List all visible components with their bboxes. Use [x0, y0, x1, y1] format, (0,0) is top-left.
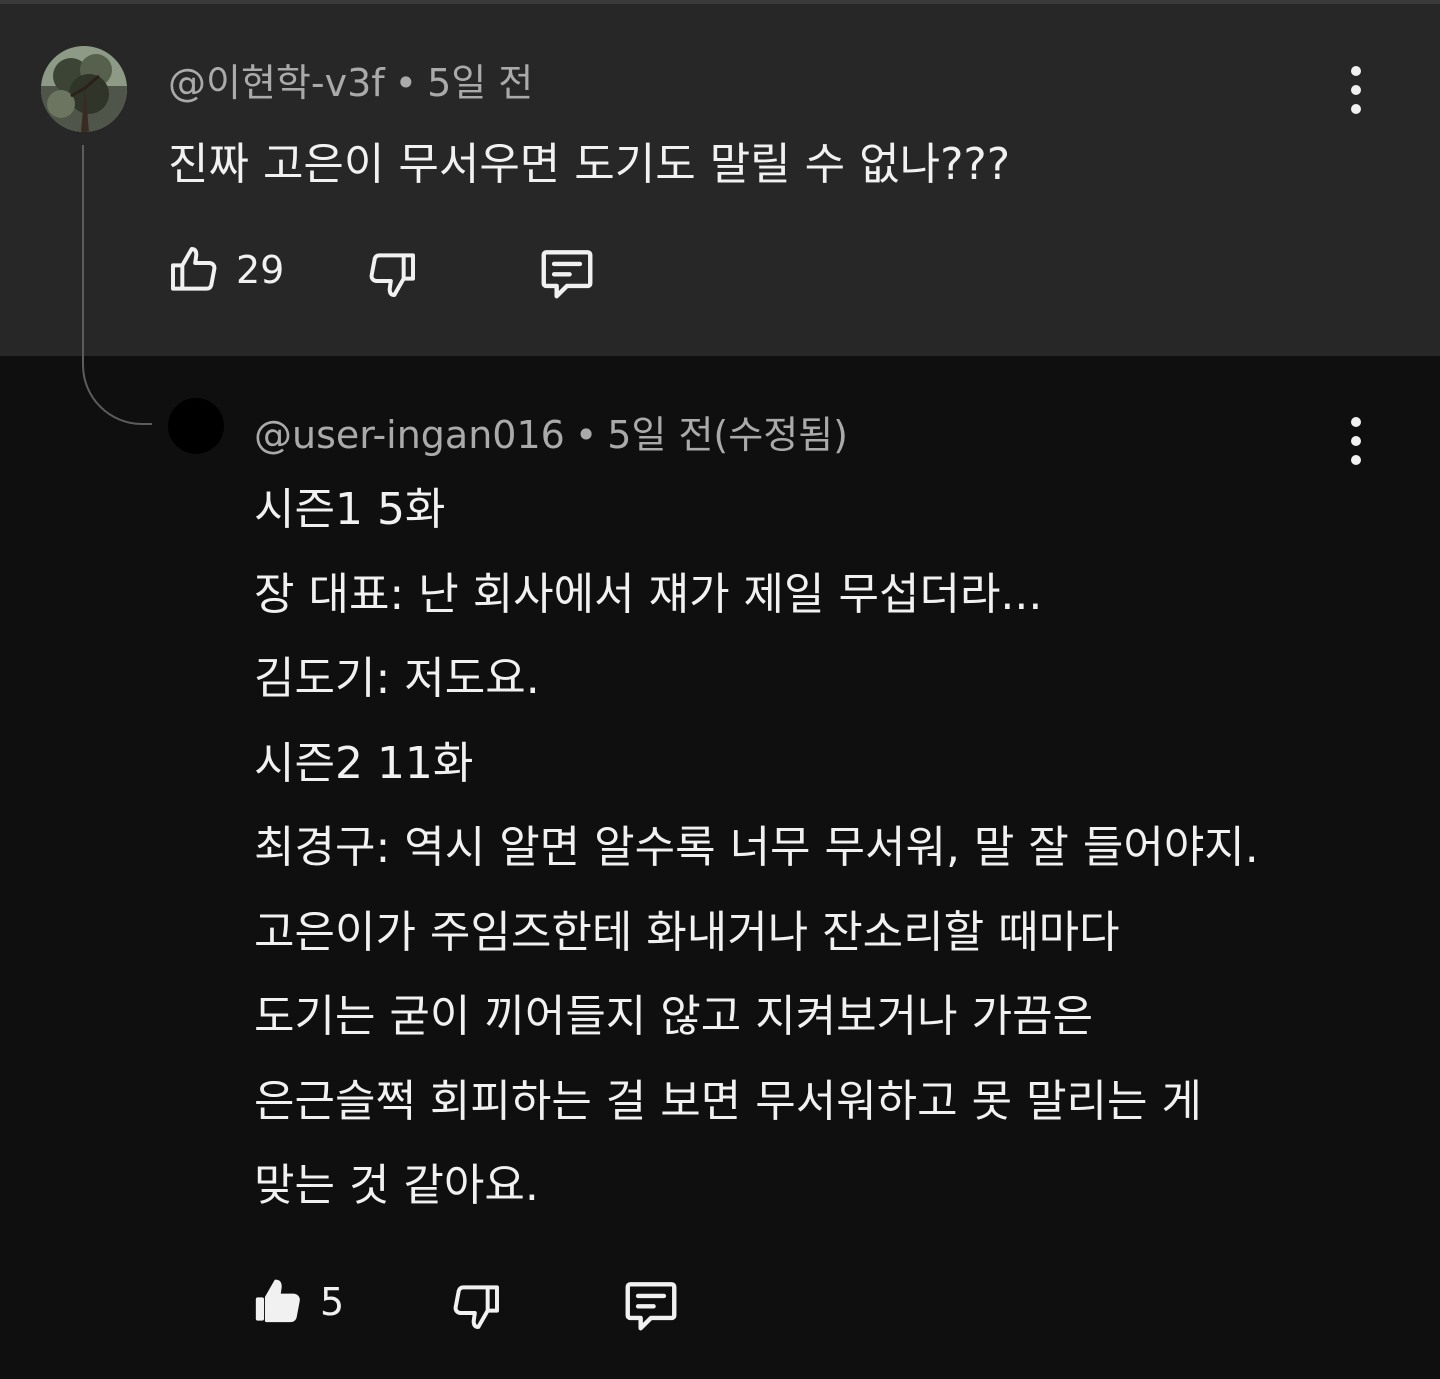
comment-line: 시즌1 5화 [254, 484, 446, 535]
thumbs-down-outline-icon [453, 1285, 499, 1329]
comment-line: 최경구: 역시 알면 알수록 너무 무서워, 말 잘 들어야지. [254, 822, 1259, 873]
thumbs-up-outline-icon [171, 247, 217, 291]
like-count: 5 [320, 1280, 345, 1324]
meta-separator: • [574, 413, 598, 457]
more-vert-icon[interactable] [1336, 60, 1376, 120]
reply-comment-text: 시즌1 5화 장 대표: 난 회사에서 쟤가 제일 무섭더라... 김도기: 저… [254, 480, 1394, 1241]
like-button[interactable]: 5 [250, 1274, 344, 1330]
dislike-button[interactable] [448, 1278, 504, 1334]
timestamp[interactable]: 5일 전(수정됨) [607, 413, 848, 457]
like-count: 29 [236, 248, 285, 292]
comment-line: 고은이가 주임즈한테 화내거나 잔소리할 때마다 [254, 906, 1120, 958]
meta-separator: • [394, 61, 418, 105]
avatar-tree-image [41, 46, 127, 132]
like-button[interactable]: 29 [166, 242, 284, 298]
parent-comment-meta: @이현학-v3f • 5일 전 [168, 52, 533, 107]
comment-line: 맞는 것 같아요. [254, 1160, 539, 1211]
reply-comment-meta: @user-ingan016 • 5일 전(수정됨) [254, 404, 848, 459]
thread-connector-line [82, 145, 152, 425]
comment-line: 김도기: 저도요. [254, 653, 540, 704]
parent-comment-text: 진짜 고은이 무서우면 도기도 말릴 수 없나??? [168, 139, 1011, 190]
comment-thread: @이현학-v3f • 5일 전 진짜 고은이 무서우면 도기도 말릴 수 없나???… [0, 0, 1440, 1379]
avatar[interactable] [41, 46, 127, 132]
comment-line: 은근슬쩍 회피하는 걸 보면 무서워하고 못 말리는 게 [254, 1075, 1202, 1127]
thumbs-down-outline-icon [369, 253, 415, 297]
more-vert-icon[interactable] [1336, 411, 1376, 471]
comment-line: 장 대표: 난 회사에서 쟤가 제일 무섭더라... [254, 568, 1043, 620]
reply-button[interactable] [620, 1274, 682, 1336]
comment-line: 시즌2 11화 [254, 737, 474, 789]
timestamp[interactable]: 5일 전 [427, 61, 533, 105]
author-handle[interactable]: @user-ingan016 [254, 413, 565, 457]
thumbs-up-filled-icon [255, 1279, 300, 1323]
avatar[interactable] [168, 398, 224, 454]
author-handle[interactable]: @이현학-v3f [168, 61, 385, 105]
comment-line: 도기는 굳이 끼어들지 않고 지켜보거나 가끔은 [254, 991, 1094, 1042]
reply-button[interactable] [536, 242, 598, 304]
dislike-button[interactable] [364, 246, 420, 302]
reply-comment-icon [541, 250, 593, 299]
reply-comment-icon [625, 1282, 677, 1331]
